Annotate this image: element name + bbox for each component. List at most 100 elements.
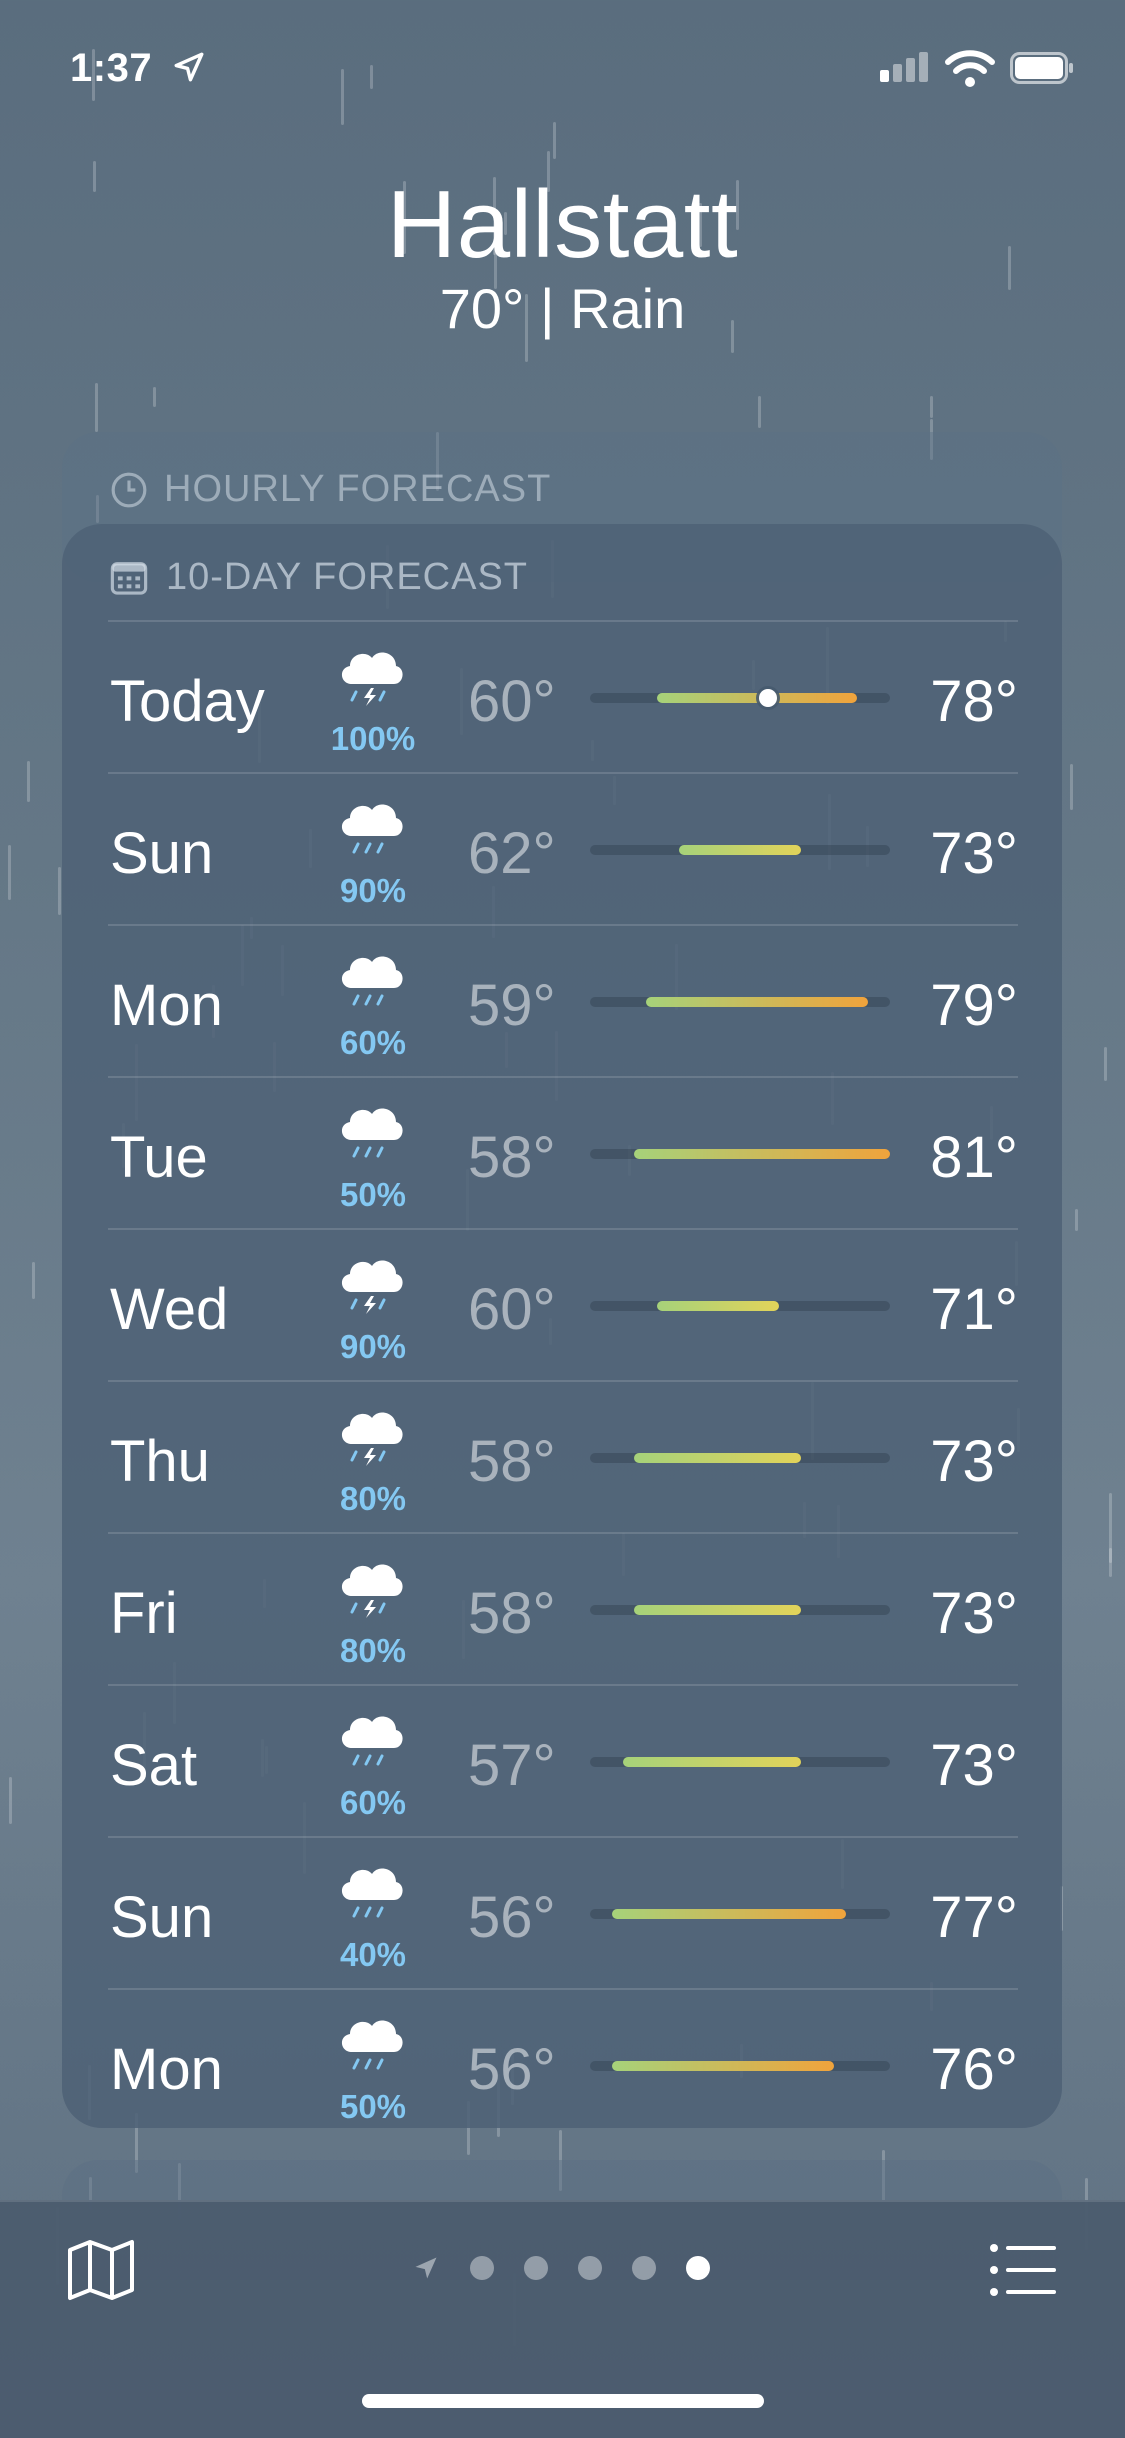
cloud-rain-icon (341, 804, 403, 854)
temp-range-bar (590, 1149, 890, 1159)
low-temp: 60° (468, 1277, 556, 1342)
precip-chance: 50% (339, 1176, 407, 1213)
forecast-row[interactable]: Sun 90% 62° 73° (108, 772, 1018, 924)
temp-range-fill (656, 693, 857, 703)
clock-icon (111, 472, 147, 507)
low-temp: 62° (468, 821, 556, 886)
page-indicator[interactable] (412, 2254, 710, 2282)
current-summary: 70° | Rain (439, 277, 686, 340)
temp-range-bar (590, 1909, 890, 1919)
precip-chance: 90% (339, 872, 407, 909)
page-dot[interactable] (524, 2256, 548, 2280)
cloud-rain-icon (341, 1716, 403, 1766)
forecast-day: Mon (110, 973, 223, 1038)
page-dot[interactable] (686, 2256, 710, 2280)
forecast-row[interactable]: Mon 60% 59° 79° (108, 924, 1018, 1076)
cloud-bolt-rain-icon (341, 1412, 403, 1466)
calendar-icon (110, 561, 148, 595)
page-dot[interactable] (470, 2256, 494, 2280)
temp-range-fill (612, 1909, 846, 1919)
cloud-rain-icon (341, 1108, 403, 1158)
low-temp: 59° (468, 973, 556, 1038)
temp-range-fill (634, 1605, 802, 1615)
temp-range-fill (634, 1453, 802, 1463)
forecast-day: Thu (110, 1429, 210, 1494)
forecast-day: Wed (110, 1277, 229, 1342)
forecast-day: Mon (110, 2037, 223, 2102)
low-temp: 58° (468, 1125, 556, 1190)
high-temp: 73° (930, 1733, 1018, 1798)
temp-range-fill (612, 2061, 835, 2071)
battery-icon (1010, 52, 1073, 84)
high-temp: 76° (930, 2037, 1018, 2102)
high-temp: 73° (930, 821, 1018, 886)
temp-range-fill (623, 1757, 802, 1767)
cloud-bolt-rain-icon (341, 1260, 403, 1314)
low-temp: 60° (468, 669, 556, 734)
page-dot[interactable] (632, 2256, 656, 2280)
temp-range-bar (590, 997, 890, 1007)
forecast-row[interactable]: Sun 40% 56° 77° (108, 1836, 1018, 1988)
high-temp: 71° (930, 1277, 1018, 1342)
home-indicator[interactable] (362, 2394, 764, 2408)
temp-range-fill (656, 1301, 779, 1311)
cloud-bolt-rain-icon (341, 1564, 403, 1618)
precip-chance: 50% (339, 2088, 407, 2125)
precip-chance: 90% (339, 1328, 407, 1365)
low-temp: 58° (468, 1429, 556, 1494)
temp-range-fill (645, 997, 868, 1007)
temp-range-bar (590, 845, 890, 855)
forecast-day: Today (110, 669, 265, 734)
list-icon[interactable] (988, 2242, 1058, 2298)
ten-day-forecast-header: 10-DAY FORECAST (110, 556, 528, 599)
wifi-icon (945, 50, 995, 87)
precip-chance: 80% (339, 1632, 407, 1669)
forecast-day: Tue (110, 1125, 208, 1190)
high-temp: 81° (930, 1125, 1018, 1190)
forecast-row[interactable]: Fri 80% 58° 73° (108, 1532, 1018, 1684)
forecast-row[interactable]: Thu 80% 58° 73° (108, 1380, 1018, 1532)
low-temp: 58° (468, 1581, 556, 1646)
forecast-row[interactable]: Wed 90% 60° 71° (108, 1228, 1018, 1380)
forecast-row[interactable]: Mon 50% 56° 76° (108, 1988, 1018, 2140)
precip-chance: 100% (330, 720, 416, 757)
forecast-day: Sun (110, 1885, 214, 1950)
precip-chance: 60% (339, 1784, 407, 1821)
temp-range-bar (590, 1301, 890, 1311)
forecast-row[interactable]: Sat 60% 57° 73° (108, 1684, 1018, 1836)
low-temp: 56° (468, 1885, 556, 1950)
high-temp: 73° (930, 1429, 1018, 1494)
precip-chance: 60% (339, 1024, 407, 1061)
temp-range-bar (590, 689, 890, 707)
page-dot[interactable] (578, 2256, 602, 2280)
current-location-page-icon[interactable] (412, 2254, 440, 2282)
temp-range-bar (590, 1453, 890, 1463)
status-time: 1:37 (70, 46, 153, 90)
low-temp: 57° (468, 1733, 556, 1798)
low-temp: 56° (468, 2037, 556, 2102)
high-temp: 79° (930, 973, 1018, 1038)
city-name: Hallstatt (386, 171, 739, 278)
forecast-day: Fri (110, 1581, 178, 1646)
high-temp: 78° (930, 669, 1018, 734)
location-arrow-icon (174, 52, 204, 82)
forecast-row[interactable]: Tue 50% 58° 81° (108, 1076, 1018, 1228)
hourly-forecast-header: HOURLY FORECAST (110, 468, 551, 511)
temp-range-fill (678, 845, 802, 855)
temp-range-bar (590, 1605, 890, 1615)
forecast-row[interactable]: Today 100% 60° 78° (108, 620, 1018, 772)
temp-range-fill (634, 1149, 890, 1159)
temp-range-bar (590, 1757, 890, 1767)
temp-range-bar (590, 2061, 890, 2071)
precip-chance: 80% (339, 1480, 407, 1517)
forecast-day: Sat (110, 1733, 198, 1798)
hourly-forecast-title: HOURLY FORECAST (164, 468, 552, 510)
cloud-bolt-rain-icon (341, 652, 403, 706)
current-temp-dot (758, 689, 777, 707)
forecast-list: Today 100% 60° 78° Sun 90% 62° 73° Mon 60% 59° 79° T… (108, 620, 1018, 2140)
ten-day-forecast-title: 10-DAY FORECAST (166, 556, 529, 598)
map-icon[interactable] (66, 2238, 136, 2302)
status-bar: 1:37 (0, 0, 1125, 140)
cloud-rain-icon (341, 2020, 403, 2070)
high-temp: 73° (930, 1581, 1018, 1646)
